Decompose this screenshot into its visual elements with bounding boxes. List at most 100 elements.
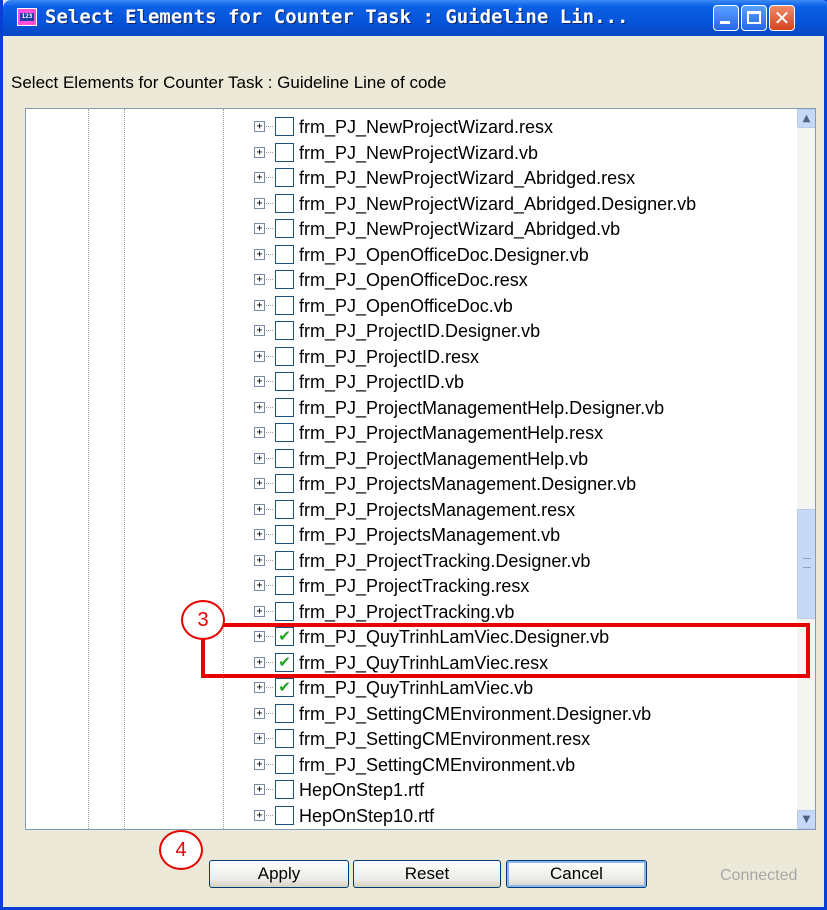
vertical-scrollbar[interactable]: ▲ ▼ [797,109,815,829]
expand-icon[interactable]: + [254,809,265,821]
tree-item[interactable]: + frm_PJ_ProjectTracking.vb [26,600,796,625]
tree-item[interactable]: + frm_PJ_ProjectsManagement.Designer.vb [26,472,796,497]
tree-item[interactable]: + frm_PJ_NewProjectWizard.resx [26,115,796,140]
item-checkbox[interactable] [275,372,294,391]
item-checkbox[interactable] [275,499,294,519]
tree-item-label: frm_PJ_ProjectManagementHelp.Designer.vb [299,397,665,418]
tree-item[interactable]: + frm_PJ_OpenOfficeDoc.Designer.vb [26,243,796,268]
expand-icon[interactable]: + [254,605,265,617]
item-checkbox[interactable] [275,805,294,825]
tree-connector [266,355,273,357]
title-bar[interactable]: 123 Select Elements for Counter Task : G… [3,0,827,36]
tree-item[interactable]: + frm_PJ_ProjectManagementHelp.Designer.v… [26,396,796,421]
item-checkbox[interactable] [275,601,294,621]
expand-icon[interactable]: + [254,376,265,387]
expand-icon[interactable]: + [254,325,265,336]
item-checkbox[interactable] [275,474,294,493]
item-checkbox[interactable] [275,346,294,366]
tree-item-label: frm_PJ_ProjectTracking.resx [299,576,530,596]
scroll-down-button[interactable]: ▼ [797,810,815,829]
scroll-up-button[interactable]: ▲ [797,109,815,128]
elements-tree[interactable]: + frm_PJ_NewProjectWizard.resx + frm_PJ_New… [25,108,816,830]
item-checkbox[interactable] [275,295,294,315]
tree-item[interactable]: + frm_PJ_ProjectID.resx [26,345,796,370]
expand-icon[interactable]: + [254,478,265,489]
item-checkbox[interactable] [275,142,294,162]
tree-item[interactable]: + frm_PJ_SettingCMEnvironment.vb [26,753,796,778]
item-checkbox[interactable] [275,397,294,417]
expand-icon[interactable]: + [254,121,265,132]
tree-item[interactable]: + frm_PJ_SettingCMEnvironment.Designer.vb [26,702,796,727]
item-checkbox[interactable] [275,219,294,238]
item-checkbox[interactable] [275,117,294,136]
tree-item[interactable]: + frm_PJ_ProjectManagementHelp.resx [26,421,796,446]
expand-icon[interactable]: + [254,274,265,285]
item-checkbox[interactable]: ✔ [275,678,294,697]
tree-item[interactable]: + frm_PJ_ProjectTracking.Designer.vb [26,549,796,574]
tree-item[interactable]: + frm_PJ_ProjectID.Designer.vb [26,319,796,344]
expand-icon[interactable]: + [254,503,265,515]
item-checkbox[interactable] [275,576,294,595]
expand-icon[interactable]: + [254,350,265,362]
item-checkbox[interactable] [275,321,294,340]
tree-item[interactable]: + [26,829,796,830]
expand-icon[interactable]: + [254,554,265,566]
expand-icon[interactable]: + [254,452,265,464]
expand-icon[interactable]: + [254,758,265,770]
tree-item[interactable]: + HepOnStep1.rtf [26,778,796,803]
item-checkbox[interactable] [275,780,294,799]
tree-item[interactable]: + frm_PJ_NewProjectWizard_Abridged.vb [26,217,796,242]
close-button[interactable]: ✕ [769,5,795,31]
expand-icon[interactable]: + [254,197,265,209]
tree-item[interactable]: + ✔ frm_PJ_QuyTrinhLamViec.vb [26,676,796,701]
item-checkbox[interactable] [275,525,294,544]
tree-item-label: frm_PJ_ProjectTracking.Designer.vb [299,550,591,571]
expand-icon[interactable]: + [254,223,265,234]
callout-4: 4 [159,830,203,870]
reset-button[interactable]: Reset [353,860,501,888]
tree-item[interactable]: + frm_PJ_ProjectTracking.resx [26,574,796,599]
tree-item[interactable]: + frm_PJ_NewProjectWizard_Abridged.Design… [26,192,796,217]
tree-item[interactable]: + frm_PJ_ProjectManagementHelp.vb [26,447,796,472]
expand-icon[interactable]: + [254,733,265,744]
tree-item-label: frm_PJ_NewProjectWizard.vb [299,142,539,163]
tree-item[interactable]: + frm_PJ_OpenOfficeDoc.vb [26,294,796,319]
item-checkbox[interactable] [275,754,294,774]
scroll-thumb[interactable] [797,509,815,619]
expand-icon[interactable]: + [254,784,265,795]
item-checkbox[interactable] [275,729,294,748]
expand-icon[interactable]: + [254,707,265,719]
expand-icon[interactable]: + [254,146,265,158]
item-checkbox[interactable] [275,703,294,723]
tree-item[interactable]: + frm_PJ_SettingCMEnvironment.resx [26,727,796,752]
expand-icon[interactable]: + [254,682,265,693]
item-checkbox[interactable] [275,168,294,187]
item-checkbox[interactable] [275,423,294,442]
tree-item[interactable]: + frm_PJ_ProjectID.vb [26,370,796,395]
cancel-button[interactable]: Cancel [506,860,647,888]
expand-icon[interactable]: + [254,299,265,311]
tree-item[interactable]: + HepOnStep10.rtf [26,804,796,829]
expand-icon[interactable]: + [254,248,265,260]
expand-icon[interactable]: + [254,172,265,183]
tree-item[interactable]: + frm_PJ_ProjectsManagement.resx [26,498,796,523]
tree-item[interactable]: + frm_PJ_OpenOfficeDoc.resx [26,268,796,293]
item-checkbox[interactable] [275,550,294,570]
maximize-button[interactable] [741,5,767,31]
expand-icon[interactable]: + [254,427,265,438]
item-checkbox[interactable] [275,193,294,213]
item-checkbox[interactable] [275,270,294,289]
item-checkbox[interactable] [275,448,294,468]
tree-connector [266,508,273,510]
minimize-button[interactable] [713,5,739,31]
item-checkbox[interactable] [275,244,294,264]
tree-item[interactable]: + frm_PJ_NewProjectWizard.vb [26,141,796,166]
tree-item[interactable]: + frm_PJ_ProjectsManagement.vb [26,523,796,548]
apply-button[interactable]: Apply [209,860,349,888]
tree-item[interactable]: + frm_PJ_NewProjectWizard_Abridged.resx [26,166,796,191]
expand-icon[interactable]: + [254,401,265,413]
expand-icon[interactable]: + [254,529,265,540]
expand-icon[interactable]: + [254,580,265,591]
tree-item-label: frm_PJ_SettingCMEnvironment.vb [299,754,576,775]
tree-connector [266,712,273,714]
